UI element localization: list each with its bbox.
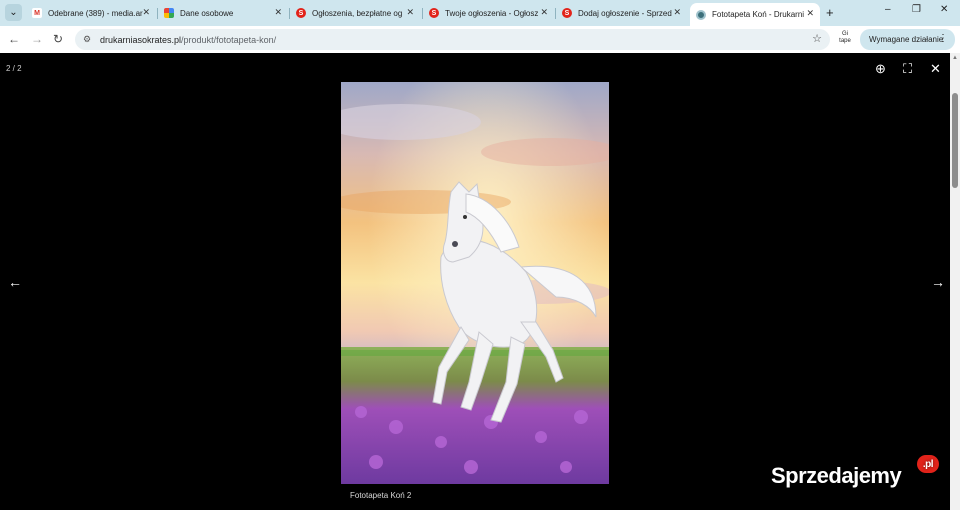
tab-title: Dane osobowe: [180, 8, 234, 18]
horse-photo-illustration: [341, 82, 609, 484]
extension-icon[interactable]: Gi tape: [838, 31, 852, 45]
browser-toolbar: ← → ↻ ⚙ drukarniasokrates.pl/produkt/fot…: [0, 26, 960, 53]
tab-twoje-ogloszenia[interactable]: S Twoje ogłoszenia - Ogłosz ✕: [423, 2, 554, 24]
scroll-up-icon[interactable]: ▲: [952, 55, 958, 61]
arrow-left-icon: ←: [8, 274, 22, 290]
gmail-icon: M: [32, 8, 42, 18]
google-icon: [164, 8, 174, 18]
sprzedajemy-icon: S: [429, 8, 439, 18]
tab-fototapeta[interactable]: Fototapeta Koń - Drukarni ✕: [690, 3, 820, 26]
close-lightbox-button[interactable]: ✕: [930, 61, 941, 77]
tab-ogloszenia[interactable]: S Ogłoszenia, bezpłatne og ✕: [290, 2, 420, 24]
minimize-button[interactable]: –: [885, 4, 891, 15]
close-icon[interactable]: ✕: [806, 8, 814, 19]
chevron-down-icon: ⌄: [9, 7, 18, 18]
tab-search-button[interactable]: ⌄: [5, 4, 22, 21]
zoom-in-icon: ⊕: [875, 61, 886, 76]
tab-title: Odebrane (389) - media.ar: [48, 8, 143, 18]
forward-button[interactable]: →: [31, 32, 43, 46]
tab-dodaj-ogloszenie[interactable]: S Dodaj ogłoszenie - Sprzed ✕: [556, 2, 687, 24]
fullscreen-icon: ⛶: [903, 61, 913, 76]
restore-button[interactable]: ❐: [912, 4, 921, 15]
new-tab-button[interactable]: +: [826, 5, 834, 20]
tab-title: Twoje ogłoszenia - Ogłosz: [445, 8, 539, 18]
watermark-suffix: .pl: [917, 455, 939, 473]
extension-label: Gi tape: [839, 31, 851, 44]
scrollbar-thumb[interactable]: [952, 93, 958, 188]
back-button[interactable]: ←: [8, 32, 20, 46]
url-path: /produkt/fototapeta-kon/: [181, 34, 277, 45]
address-bar[interactable]: ⚙ drukarniasokrates.pl/produkt/fototapet…: [75, 29, 830, 50]
photo-caption: Fototapeta Koń 2: [350, 491, 412, 500]
tab-title: Fototapeta Koń - Drukarni: [712, 10, 805, 19]
fullscreen-button[interactable]: ⛶: [903, 61, 912, 77]
restore-icon: ❐: [912, 4, 921, 15]
sprzedajemy-icon: S: [296, 8, 306, 18]
reload-icon: ↻: [53, 32, 64, 46]
sprzedajemy-watermark: Sprzedajemy .pl: [771, 455, 939, 489]
image-lightbox: 2 / 2 ⊕ ⛶ ✕ ← → Fototapeta Koń 2: [0, 53, 950, 510]
bookmark-star-icon[interactable]: ☆: [812, 32, 822, 45]
watermark-text: Sprzedajemy: [771, 463, 902, 488]
close-icon[interactable]: ✕: [540, 7, 548, 18]
action-required-button[interactable]: Wymagane działanie ⋮: [860, 29, 955, 50]
tab-strip: ⌄ M Odebrane (389) - media.ar ✕ Dane oso…: [0, 0, 960, 26]
reload-button[interactable]: ↻: [53, 32, 63, 46]
site-info-icon[interactable]: ⚙: [81, 34, 93, 46]
arrow-right-icon: →: [31, 32, 43, 46]
previous-image-button[interactable]: ←: [8, 274, 22, 290]
plus-icon: +: [826, 5, 834, 20]
globe-icon: [696, 9, 706, 20]
tab-title: Ogłoszenia, bezpłatne og: [312, 8, 403, 18]
close-icon[interactable]: ✕: [142, 7, 150, 18]
minimize-icon: –: [885, 4, 891, 15]
close-window-button[interactable]: ✕: [940, 4, 948, 15]
close-icon[interactable]: ✕: [406, 7, 414, 18]
zoom-button[interactable]: ⊕: [875, 61, 886, 77]
arrow-right-icon: →: [931, 274, 945, 290]
tab-title: Dodaj ogłoszenie - Sprzed: [578, 8, 672, 18]
page-scrollbar[interactable]: ▲: [950, 53, 960, 510]
close-icon: ✕: [940, 4, 949, 15]
close-icon: ✕: [930, 61, 941, 76]
action-required-label: Wymagane działanie: [869, 35, 944, 44]
arrow-left-icon: ←: [8, 32, 20, 46]
url-host: drukarniasokrates.pl: [100, 34, 182, 45]
tab-gmail[interactable]: M Odebrane (389) - media.ar ✕: [26, 2, 156, 24]
image-counter: 2 / 2: [6, 64, 22, 73]
close-icon[interactable]: ✕: [673, 7, 681, 18]
more-vert-icon: ⋮: [938, 33, 948, 44]
product-photo: [341, 82, 609, 484]
next-image-button[interactable]: →: [931, 274, 945, 290]
tab-dane-osobowe[interactable]: Dane osobowe ✕: [158, 2, 288, 24]
close-icon[interactable]: ✕: [274, 7, 282, 18]
sprzedajemy-icon: S: [562, 8, 572, 18]
